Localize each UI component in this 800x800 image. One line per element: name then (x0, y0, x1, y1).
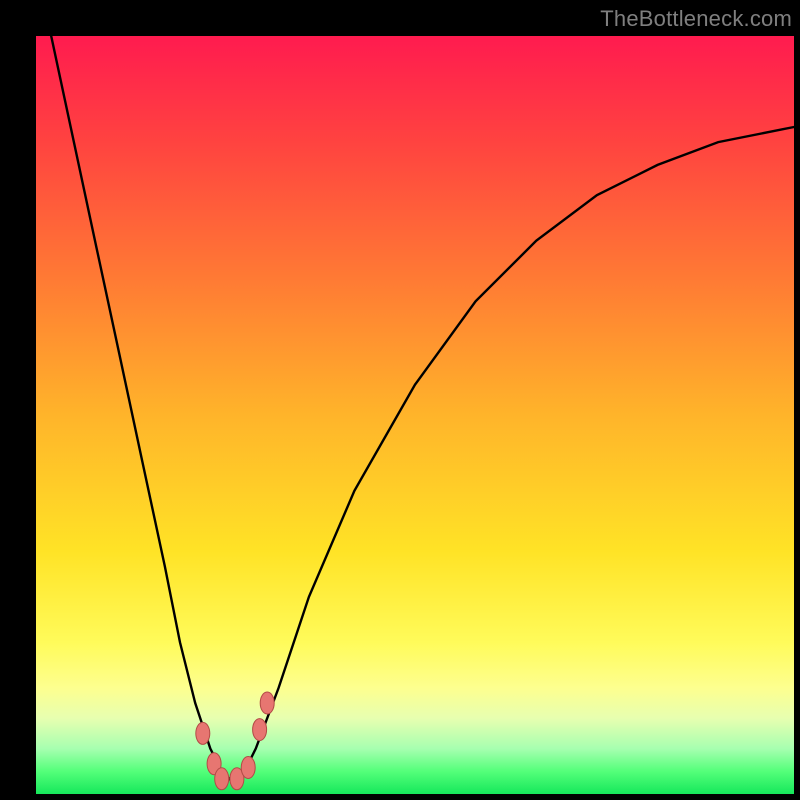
curve-marker (196, 722, 210, 744)
curve-marker (215, 768, 229, 790)
curve-marker (260, 692, 274, 714)
curve-markers (196, 692, 274, 790)
curve-marker (253, 719, 267, 741)
chart-frame: TheBottleneck.com (0, 0, 800, 800)
chart-svg (36, 36, 794, 794)
watermark-text: TheBottleneck.com (600, 6, 792, 32)
bottleneck-curve (51, 36, 794, 783)
plot-area (36, 36, 794, 794)
curve-marker (241, 757, 255, 779)
